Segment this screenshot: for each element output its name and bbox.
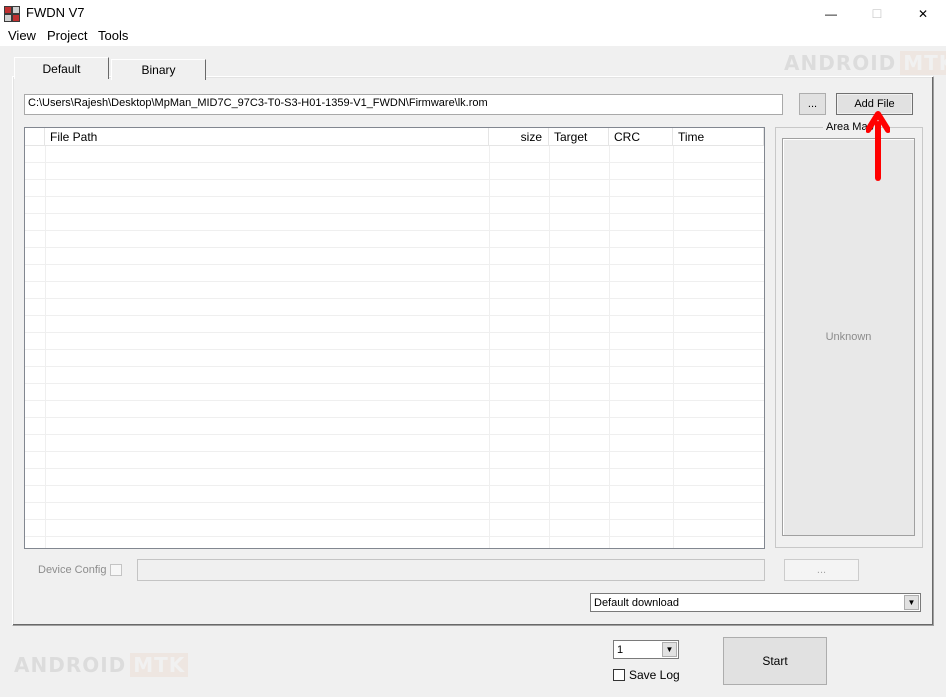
close-button[interactable]: ✕ [900, 0, 946, 27]
device-config-field[interactable] [137, 559, 765, 581]
tab-binary[interactable]: Binary [111, 59, 206, 80]
minimize-icon: — [825, 6, 837, 21]
download-mode-select[interactable]: Default download ▼ [590, 593, 921, 612]
table-row [25, 401, 764, 418]
table-row [25, 469, 764, 486]
chevron-down-icon[interactable]: ▼ [904, 595, 919, 610]
tab-default[interactable]: Default [14, 57, 109, 79]
table-column-line [673, 146, 674, 548]
table-row [25, 214, 764, 231]
firmware-path-input[interactable]: C:\Users\Rajesh\Desktop\MpMan_MID7C_97C3… [24, 94, 783, 115]
table-row [25, 350, 764, 367]
column-header-time[interactable]: Time [673, 128, 764, 146]
app-icon [4, 6, 20, 22]
watermark-word: ANDROID [784, 51, 897, 75]
window-title: FWDN V7 [26, 5, 85, 20]
menu-project[interactable]: Project [47, 28, 87, 43]
area-map-status: Unknown [825, 331, 872, 343]
column-header-select[interactable] [25, 128, 45, 146]
save-log-checkbox[interactable] [613, 669, 625, 681]
table-row [25, 265, 764, 282]
count-select[interactable]: 1 ▼ [613, 640, 679, 659]
start-button[interactable]: Start [723, 637, 827, 685]
table-row [25, 452, 764, 469]
table-row [25, 146, 764, 163]
device-config-label: Device Config [38, 564, 107, 576]
table-row [25, 435, 764, 452]
watermark-top: ANDROIDMTK [784, 51, 946, 75]
watermark-bottom: ANDROID MTK [14, 653, 189, 677]
table-row [25, 180, 764, 197]
menu-tools[interactable]: Tools [98, 28, 128, 43]
table-row [25, 231, 764, 248]
table-row [25, 197, 764, 214]
table-row [25, 486, 764, 503]
tab-binary-label: Binary [141, 63, 176, 77]
table-row [25, 333, 764, 350]
table-row [25, 163, 764, 180]
device-config-browse-button[interactable]: ... [784, 559, 859, 581]
minimize-button[interactable]: — [808, 0, 854, 27]
area-map-display: Unknown [782, 138, 915, 536]
browse-button[interactable]: ... [799, 93, 826, 115]
table-row [25, 384, 764, 401]
table-row [25, 282, 764, 299]
column-header-target[interactable]: Target [549, 128, 609, 146]
watermark-accent-word: MTK [900, 51, 946, 75]
chevron-down-icon[interactable]: ▼ [662, 642, 677, 657]
table-row [25, 520, 764, 537]
menu-view[interactable]: View [8, 28, 36, 43]
column-header-file-path[interactable]: File Path [45, 128, 489, 146]
table-column-line [549, 146, 550, 548]
table-column-line [45, 146, 46, 548]
watermark-word: ANDROID [14, 653, 127, 677]
table-row [25, 299, 764, 316]
table-row [25, 248, 764, 265]
column-header-size[interactable]: size [489, 128, 549, 146]
count-value: 1 [617, 644, 624, 656]
close-icon: ✕ [917, 6, 929, 21]
file-list-table[interactable]: File Path size Target CRC Time [24, 127, 765, 549]
title-bar: FWDN V7 — ☐ ✕ [0, 0, 946, 27]
annotation-arrow-icon [866, 111, 890, 181]
table-row [25, 316, 764, 333]
save-log-label[interactable]: Save Log [629, 668, 680, 682]
table-column-line [489, 146, 490, 548]
table-row [25, 367, 764, 384]
device-config-checkbox[interactable] [110, 564, 122, 576]
table-row [25, 418, 764, 435]
table-column-line [609, 146, 610, 548]
menu-bar: View Project Tools [0, 27, 946, 46]
tab-default-label: Default [42, 61, 81, 76]
watermark-accent-word: MTK [130, 653, 189, 677]
maximize-button[interactable]: ☐ [854, 0, 900, 27]
download-mode-value: Default download [594, 597, 680, 609]
table-row [25, 503, 764, 520]
column-header-crc[interactable]: CRC [609, 128, 673, 146]
maximize-icon: ☐ [871, 6, 883, 21]
